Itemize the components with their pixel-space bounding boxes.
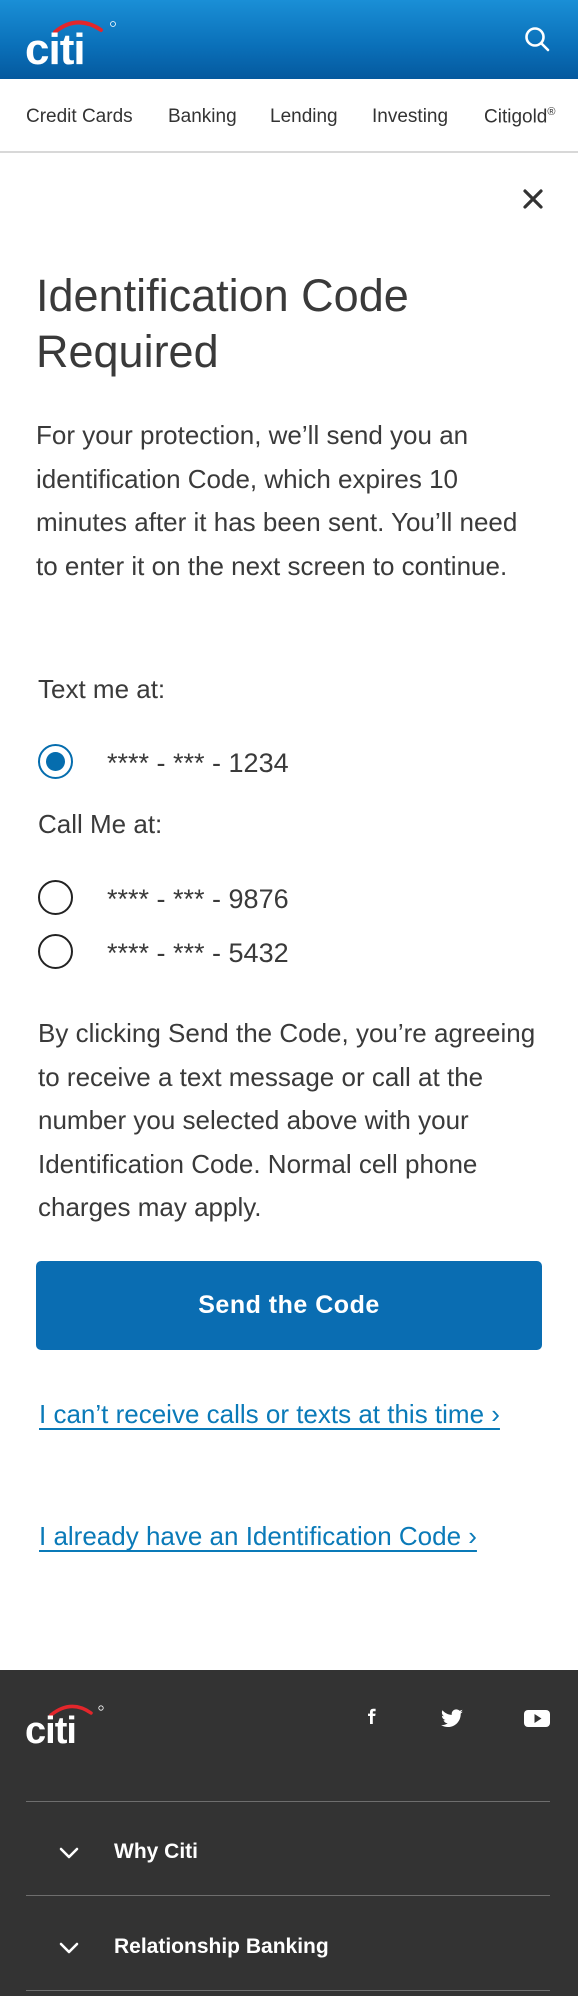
nav-item-lending[interactable]: Lending — [270, 106, 338, 128]
already-have-code-link[interactable]: I already have an Identification Code › — [39, 1515, 559, 1558]
twitter-icon[interactable] — [438, 1704, 466, 1732]
close-icon[interactable] — [518, 184, 548, 214]
footer-divider — [26, 1801, 550, 1802]
nav-item-credit-cards[interactable]: Credit Cards — [26, 106, 133, 128]
cant-receive-link[interactable]: I can’t receive calls or texts at this t… — [39, 1393, 509, 1436]
nav-item-citigold-label: Citigold — [484, 106, 548, 128]
nav-item-investing[interactable]: Investing — [372, 106, 448, 128]
send-code-button[interactable]: Send the Code — [36, 1261, 542, 1350]
phone-number: **** - *** - 5432 — [107, 938, 289, 968]
search-icon[interactable] — [522, 24, 552, 54]
radio-button-selected[interactable] — [38, 744, 73, 779]
footer-divider — [26, 1895, 550, 1896]
call-me-label: Call Me at: — [38, 809, 163, 839]
call-option-9876[interactable]: **** - *** - 9876 — [38, 880, 338, 916]
footer-section-why-citi[interactable]: Why Citi — [26, 1830, 550, 1890]
intro-text: For your protection, we’ll send you an i… — [36, 420, 518, 581]
text-me-label: Text me at: — [38, 674, 166, 704]
phone-number: **** - *** - 1234 — [107, 748, 289, 778]
facebook-icon[interactable] — [358, 1704, 386, 1732]
youtube-icon[interactable] — [523, 1704, 551, 1732]
citi-logo[interactable]: citi — [25, 12, 117, 68]
footer-divider — [26, 1990, 550, 1991]
registered-mark: ® — [547, 106, 556, 118]
page-title: Identification Code Required — [36, 270, 409, 377]
main-nav: Credit Cards Banking Lending Investing C… — [0, 79, 578, 153]
chevron-down-icon — [59, 1847, 79, 1859]
footer-section-label: Why Citi — [114, 1840, 198, 1863]
nav-item-banking[interactable]: Banking — [168, 106, 237, 128]
svg-text:citi: citi — [25, 25, 85, 68]
consent-disclaimer: By clicking Send the Code, you’re agreei… — [38, 1018, 536, 1222]
svg-text:citi: citi — [25, 1710, 76, 1747]
phone-number: **** - *** - 9876 — [107, 884, 289, 914]
citi-footer-logo[interactable]: citi — [25, 1697, 105, 1747]
top-header: citi — [0, 0, 578, 79]
radio-button[interactable] — [38, 880, 73, 915]
radio-button[interactable] — [38, 934, 73, 969]
call-option-5432[interactable]: **** - *** - 5432 — [38, 934, 338, 970]
chevron-down-icon — [59, 1942, 79, 1954]
footer-section-relationship-banking[interactable]: Relationship Banking — [26, 1925, 550, 1985]
text-option-1234[interactable]: **** - *** - 1234 — [38, 744, 338, 780]
footer-section-label: Relationship Banking — [114, 1935, 329, 1958]
nav-item-citigold[interactable]: Citigold® — [484, 106, 555, 128]
footer: citi Why Citi Relationship Banking — [0, 1670, 578, 1996]
